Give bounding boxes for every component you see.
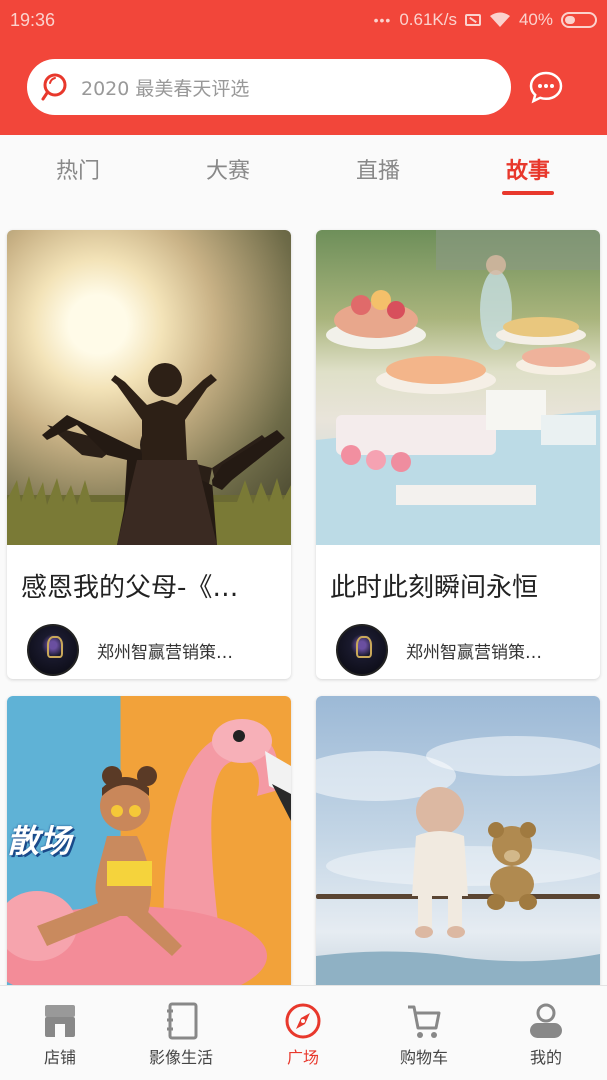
story-card[interactable]: 此时此刻瞬间永恒 郑州智赢营销策…: [316, 230, 600, 679]
store-icon: [45, 1005, 75, 1037]
wifi-icon: [489, 12, 510, 27]
nav-cart-label: 购物车: [399, 1048, 448, 1067]
profile-icon: [530, 1003, 562, 1038]
nav-plaza-label: 广场: [286, 1048, 319, 1067]
nav-cart[interactable]: 购物车: [364, 986, 484, 1080]
tab-live[interactable]: 直播: [338, 153, 418, 185]
nav-image-life[interactable]: 影像生活: [121, 986, 241, 1080]
poster-text: 散场: [7, 822, 72, 860]
sim-icon: [464, 14, 481, 26]
notebook-icon: [167, 1002, 198, 1040]
battery-icon: [561, 12, 597, 28]
author-name: 郑州智赢营销策…: [97, 642, 233, 663]
tab-contest[interactable]: 大赛: [188, 153, 268, 185]
author-name: 郑州智赢营销策…: [406, 642, 542, 663]
card-author: 郑州智赢营销策…: [7, 609, 291, 679]
story-card[interactable]: [316, 696, 600, 985]
dessert-illustration: [316, 230, 600, 545]
dessert-table-photo: [316, 230, 600, 545]
nav-store-label: 店铺: [43, 1048, 76, 1067]
active-tab-indicator: [502, 191, 554, 195]
chat-bubble-icon[interactable]: [529, 70, 563, 104]
baby-teddy-bear-photo: [316, 696, 600, 985]
story-card[interactable]: 感恩我的父母-《… 郑州智赢营销策…: [7, 230, 291, 679]
nav-store[interactable]: 店铺: [0, 986, 120, 1080]
cart-icon: [408, 1005, 441, 1038]
flamingo-float-photo: 散场: [7, 696, 291, 985]
status-time: 19:36: [10, 9, 56, 30]
battery-percent: 40%: [518, 10, 553, 29]
story-card[interactable]: 散场: [7, 696, 291, 985]
search-placeholder: 2020 最美春天评选: [81, 77, 250, 100]
avatar: [27, 624, 79, 676]
category-tabs: 热门 大赛 直播 故事: [0, 135, 607, 205]
status-bar: 19:36 ••• 0.61K/s 40%: [0, 0, 607, 40]
card-title: 此时此刻瞬间永恒: [330, 573, 539, 603]
status-indicators: ••• 0.61K/s 40%: [374, 10, 597, 30]
compass-icon: [285, 1003, 321, 1039]
network-speed: 0.61K/s: [399, 10, 457, 29]
signal-dots-icon: •••: [373, 12, 392, 28]
header: 2020 最美春天评选: [0, 40, 607, 135]
search-bar[interactable]: 2020 最美春天评选: [27, 59, 511, 115]
search-icon: [41, 73, 67, 101]
father-child-sunset-photo: [7, 230, 291, 545]
tab-hot[interactable]: 热门: [38, 153, 118, 185]
story-feed: 感恩我的父母-《… 郑州智赢营销策… 此时此刻瞬间永恒 郑州智赢营销策… 散场: [0, 205, 607, 985]
nav-image-life-label: 影像生活: [148, 1048, 213, 1067]
bottom-navigation: 店铺 影像生活 广场 购物车 我的: [0, 985, 607, 1080]
nav-mine[interactable]: 我的: [486, 986, 606, 1080]
baby-bear-illustration: [316, 736, 600, 985]
tab-story[interactable]: 故事: [488, 153, 568, 185]
nav-plaza[interactable]: 广场: [243, 986, 363, 1080]
silhouette-illustration: [7, 363, 291, 545]
avatar: [336, 624, 388, 676]
nav-mine-label: 我的: [529, 1048, 562, 1067]
card-title: 感恩我的父母-《…: [21, 573, 239, 603]
card-author: 郑州智赢营销策…: [316, 609, 600, 679]
